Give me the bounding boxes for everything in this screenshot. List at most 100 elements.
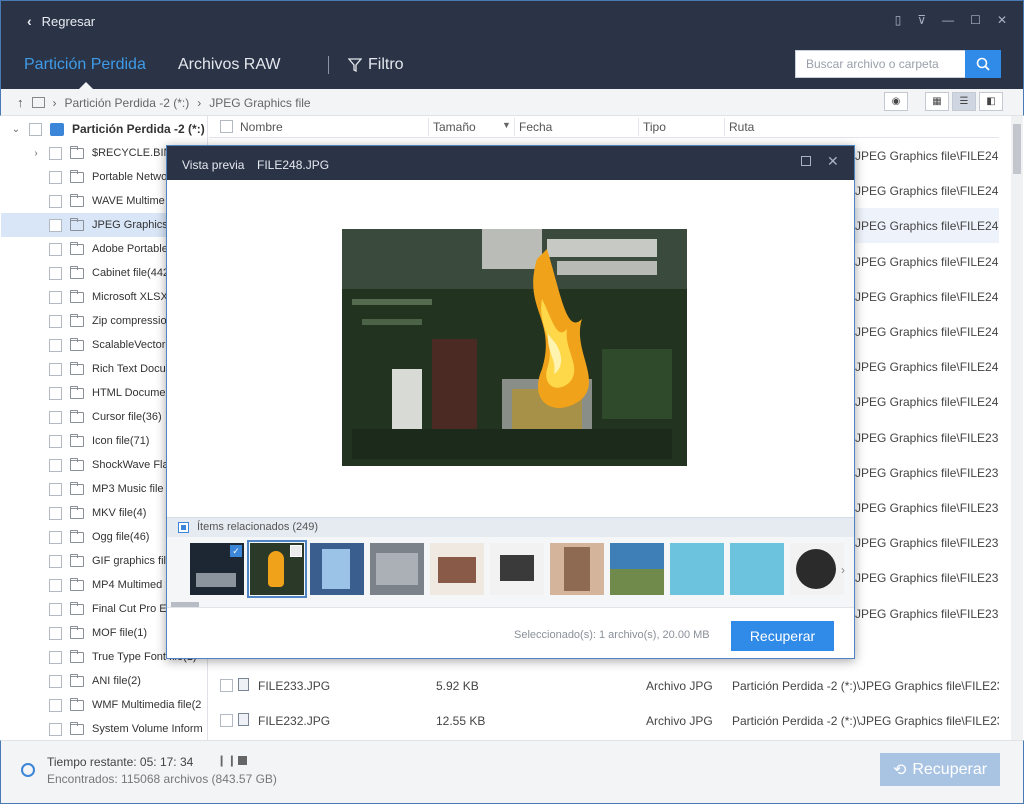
preview-recover-button[interactable]: Recuperar [731, 621, 834, 651]
table-row[interactable]: FILE232.JPG 12.55 KB Archivo JPG Partici… [209, 703, 999, 738]
close-icon[interactable]: ✕ [997, 13, 1007, 27]
tree-checkbox[interactable] [49, 386, 62, 400]
tree-item[interactable]: WMF Multimedia file(2 [1, 693, 207, 717]
thumbnail[interactable] [670, 543, 724, 595]
table-row[interactable]: FILE233.JPG 5.92 KB Archivo JPG Partició… [209, 668, 999, 703]
tree-checkbox[interactable] [49, 362, 62, 376]
tree-root[interactable]: ⌄ Partición Perdida -2 (*:) [1, 117, 207, 141]
column-type[interactable]: Tipo [643, 120, 666, 134]
tab-raw-files[interactable]: Archivos RAW [178, 56, 281, 74]
tree-checkbox[interactable] [49, 338, 62, 352]
maximize-icon[interactable] [801, 156, 811, 166]
tree-checkbox[interactable] [49, 290, 62, 304]
folder-icon [70, 193, 84, 207]
tree-checkbox[interactable] [49, 626, 62, 640]
up-arrow-icon[interactable]: ↑ [17, 95, 24, 110]
thumbnail[interactable] [790, 543, 844, 595]
minimize-icon[interactable]: — [942, 13, 954, 27]
folder-icon [70, 577, 84, 591]
thumbnail[interactable] [550, 543, 604, 595]
row-checkbox[interactable] [220, 714, 233, 727]
breadcrumb-item-jpeg[interactable]: JPEG Graphics file [209, 96, 310, 110]
feedback-icon[interactable]: ▯ [895, 13, 902, 27]
file-path: JPEG Graphics file\FILE23... [855, 430, 999, 445]
breadcrumb-item-partition[interactable]: Partición Perdida -2 (*:) [65, 96, 190, 110]
preview-toggle-button[interactable]: ◉ [884, 92, 908, 111]
tree-checkbox[interactable] [49, 554, 62, 568]
file-size: 12.55 KB [436, 714, 486, 728]
tree-checkbox[interactable] [49, 506, 62, 520]
image-file-icon [238, 713, 249, 726]
file-path: JPEG Graphics file\FILE24... [855, 289, 999, 304]
tree-item-label: MP3 Music file [92, 483, 164, 495]
back-button[interactable]: ‹ Regresar [27, 13, 95, 29]
recover-button[interactable]: ⟲ Recuperar [880, 753, 1000, 786]
tree-checkbox[interactable] [49, 218, 62, 232]
tree-checkbox[interactable] [49, 266, 62, 280]
tree-checkbox[interactable] [49, 602, 62, 616]
tree-item[interactable]: ANI file(2) [1, 669, 207, 693]
tree-checkbox[interactable] [49, 530, 62, 544]
select-all-checkbox[interactable] [220, 120, 233, 133]
partition-icon [50, 122, 64, 136]
thumbnail[interactable] [370, 543, 424, 595]
thumbnail-selected[interactable] [247, 540, 307, 598]
pause-icon[interactable]: ❙❙ [217, 754, 237, 767]
tree-checkbox[interactable] [49, 458, 62, 472]
tree-item[interactable]: System Volume Inform [1, 717, 207, 740]
file-table-header: Nombre Tamaño ▼ Fecha Tipo Ruta [209, 116, 999, 138]
selection-info: Seleccionado(s): 1 archivo(s), 20.00 MB [514, 629, 710, 641]
thumbnail[interactable] [310, 543, 364, 595]
list-view-button[interactable]: ☰ [952, 92, 976, 111]
checkmark-icon[interactable]: ✓ [230, 545, 242, 557]
tree-checkbox[interactable] [49, 698, 62, 712]
thumbnail[interactable]: ✓ [190, 543, 244, 595]
tree-checkbox[interactable] [49, 194, 62, 208]
scrollbar-thumb[interactable] [1013, 124, 1021, 174]
tree-item-label: MOF file(1) [92, 627, 147, 639]
detail-view-button[interactable]: ◧ [979, 92, 1003, 111]
column-path[interactable]: Ruta [729, 120, 754, 134]
tree-checkbox[interactable] [29, 122, 42, 136]
chevron-down-icon[interactable]: ⌄ [11, 124, 21, 135]
thumbnail[interactable] [730, 543, 784, 595]
close-icon[interactable]: ✕ [827, 153, 839, 170]
thumbnail[interactable] [430, 543, 484, 595]
tree-checkbox[interactable] [49, 410, 62, 424]
folder-icon [70, 697, 84, 711]
tree-checkbox[interactable] [49, 242, 62, 256]
tree-checkbox[interactable] [49, 722, 62, 736]
vertical-scrollbar[interactable] [1011, 116, 1023, 740]
grid-icon: ▦ [932, 96, 942, 107]
tree-checkbox[interactable] [49, 314, 62, 328]
tree-checkbox[interactable] [49, 674, 62, 688]
folder-icon [70, 481, 84, 495]
column-name[interactable]: Nombre [240, 120, 283, 134]
tree-checkbox[interactable] [49, 146, 62, 160]
filter-button[interactable]: Filtro [348, 56, 404, 74]
chevron-right-icon[interactable]: › [31, 148, 41, 159]
grid-view-button[interactable]: ▦ [925, 92, 949, 111]
tree-checkbox[interactable] [49, 170, 62, 184]
tree-checkbox[interactable] [49, 434, 62, 448]
maximize-icon[interactable]: ☐ [970, 13, 981, 27]
search-button[interactable] [965, 50, 1001, 78]
preview-footer: Seleccionado(s): 1 archivo(s), 20.00 MB … [167, 607, 854, 658]
chevron-right-icon[interactable]: › [841, 563, 845, 577]
tab-lost-partition[interactable]: Partición Perdida [24, 56, 146, 74]
tree-checkbox[interactable] [49, 482, 62, 496]
thumbnail[interactable] [490, 543, 544, 595]
menu-icon[interactable]: ⊽ [917, 13, 926, 27]
thumbnail[interactable] [610, 543, 664, 595]
search-input[interactable] [796, 51, 966, 77]
folder-icon [70, 241, 84, 255]
thumbnail-checkbox[interactable] [290, 545, 302, 557]
back-label: Regresar [41, 13, 96, 29]
column-size[interactable]: Tamaño [433, 120, 476, 134]
stop-icon[interactable] [238, 756, 247, 765]
tree-checkbox[interactable] [49, 578, 62, 592]
column-date[interactable]: Fecha [519, 120, 552, 134]
related-checkbox[interactable] [178, 522, 189, 533]
row-checkbox[interactable] [220, 679, 233, 692]
tree-checkbox[interactable] [49, 650, 62, 664]
